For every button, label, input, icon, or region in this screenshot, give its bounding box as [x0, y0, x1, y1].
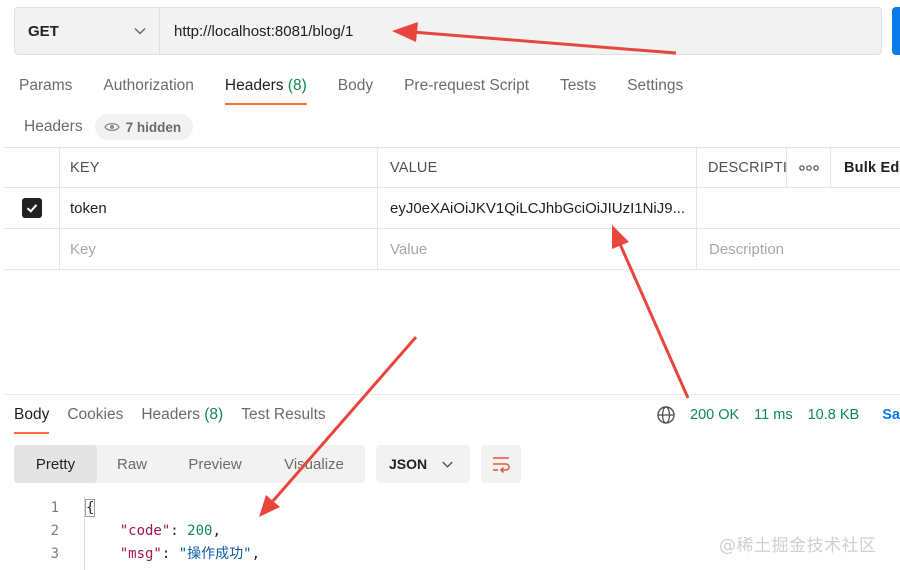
watermark: @稀土掘金技术社区: [719, 536, 877, 556]
more-options-button[interactable]: [787, 148, 831, 188]
response-headers-count: (8): [204, 406, 224, 423]
view-raw[interactable]: Raw: [97, 445, 167, 483]
pane-divider[interactable]: [4, 394, 900, 395]
bulk-edit-button[interactable]: Bulk Edit: [831, 148, 900, 188]
code-line: 1 {: [0, 497, 900, 520]
tab-response-headers[interactable]: Headers (8): [141, 404, 223, 436]
code-text: "msg": "操作成功",: [119, 546, 261, 562]
tab-pre-request-script[interactable]: Pre-request Script: [404, 74, 529, 106]
status-code[interactable]: 200 OK: [690, 407, 739, 423]
tab-test-results[interactable]: Test Results: [241, 404, 325, 436]
tab-headers[interactable]: Headers (8): [224, 74, 307, 106]
wrap-lines-button[interactable]: [481, 445, 521, 483]
request-bar: GET http://localhost:8081/blog/1: [14, 7, 882, 55]
response-tabs: Body Cookies Headers (8) Test Results: [14, 404, 344, 436]
hidden-count: 7 hidden: [125, 119, 182, 135]
new-key-input[interactable]: Key: [60, 229, 378, 269]
table-header-row: KEY VALUE DESCRIPTION Bulk Edit: [4, 147, 900, 188]
more-horizontal-icon: [798, 165, 819, 171]
tab-settings[interactable]: Settings: [627, 74, 683, 106]
check-icon: [26, 204, 37, 213]
line-number: 1: [50, 500, 59, 516]
row-value-text: eyJ0eXAiOiJKV1QiLCJhbGciOiJIUzI1NiJ9...: [390, 199, 686, 217]
code-text: "code": 200,: [119, 523, 221, 539]
url-input[interactable]: http://localhost:8081/blog/1: [160, 8, 881, 54]
send-button[interactable]: [892, 7, 900, 55]
globe-icon[interactable]: [656, 405, 676, 425]
wrap-lines-icon: [493, 457, 510, 473]
chevron-down-icon: [442, 461, 453, 468]
view-pretty[interactable]: Pretty: [14, 445, 97, 483]
row-checkbox[interactable]: [21, 198, 42, 218]
response-time[interactable]: 11 ms: [754, 407, 792, 423]
headers-subheader: Headers 7 hidden: [24, 113, 194, 141]
view-preview[interactable]: Preview: [167, 445, 263, 483]
line-number: 3: [50, 546, 59, 562]
headers-table: KEY VALUE DESCRIPTION Bulk Edit token ey…: [4, 147, 900, 270]
eye-icon: [103, 122, 120, 132]
new-row: Key Value Description: [4, 229, 900, 270]
column-description: DESCRIPTION: [697, 148, 787, 188]
response-meta: 200 OK 11 ms 10.8 KB Save: [656, 404, 900, 426]
tab-params[interactable]: Params: [19, 74, 72, 106]
method-select[interactable]: GET: [15, 8, 160, 54]
response-size[interactable]: 10.8 KB: [808, 407, 860, 423]
table-row: token eyJ0eXAiOiJKV1QiLCJhbGciOiJIUzI1Ni…: [4, 188, 900, 229]
row-value[interactable]: eyJ0eXAiOiJKV1QiLCJhbGciOiJIUzI1NiJ9...: [378, 188, 697, 228]
headers-title: Headers: [24, 118, 83, 135]
headers-count: (8): [287, 77, 307, 94]
tab-cookies[interactable]: Cookies: [67, 404, 123, 436]
format-label: JSON: [389, 456, 428, 472]
view-visualize[interactable]: Visualize: [263, 445, 365, 483]
save-response-button[interactable]: Save: [882, 407, 900, 423]
code-text: {: [84, 499, 96, 517]
tab-body[interactable]: Body: [338, 74, 373, 106]
new-value-input[interactable]: Value: [378, 229, 697, 269]
tab-response-body[interactable]: Body: [14, 404, 50, 436]
row-checkbox-cell: [4, 188, 60, 228]
column-key: KEY: [60, 148, 378, 188]
request-tabs: Params Authorization Headers (8) Body Pr…: [19, 74, 714, 106]
hidden-headers-toggle[interactable]: 7 hidden: [94, 114, 194, 140]
row-description[interactable]: [697, 188, 900, 228]
chevron-down-icon: [134, 27, 146, 35]
new-row-check-cell: [4, 229, 60, 269]
tab-tests[interactable]: Tests: [560, 74, 596, 106]
format-select[interactable]: JSON: [376, 445, 470, 483]
method-label: GET: [28, 22, 59, 40]
new-description-input[interactable]: Description: [697, 229, 900, 269]
column-value: VALUE: [378, 148, 697, 188]
header-checkbox-cell: [4, 148, 60, 188]
tab-authorization[interactable]: Authorization: [103, 74, 193, 106]
row-key[interactable]: token: [60, 188, 378, 228]
view-mode-segmented: Pretty Raw Preview Visualize: [14, 445, 365, 483]
line-number: 2: [50, 523, 59, 539]
url-text: http://localhost:8081/blog/1: [174, 22, 354, 40]
